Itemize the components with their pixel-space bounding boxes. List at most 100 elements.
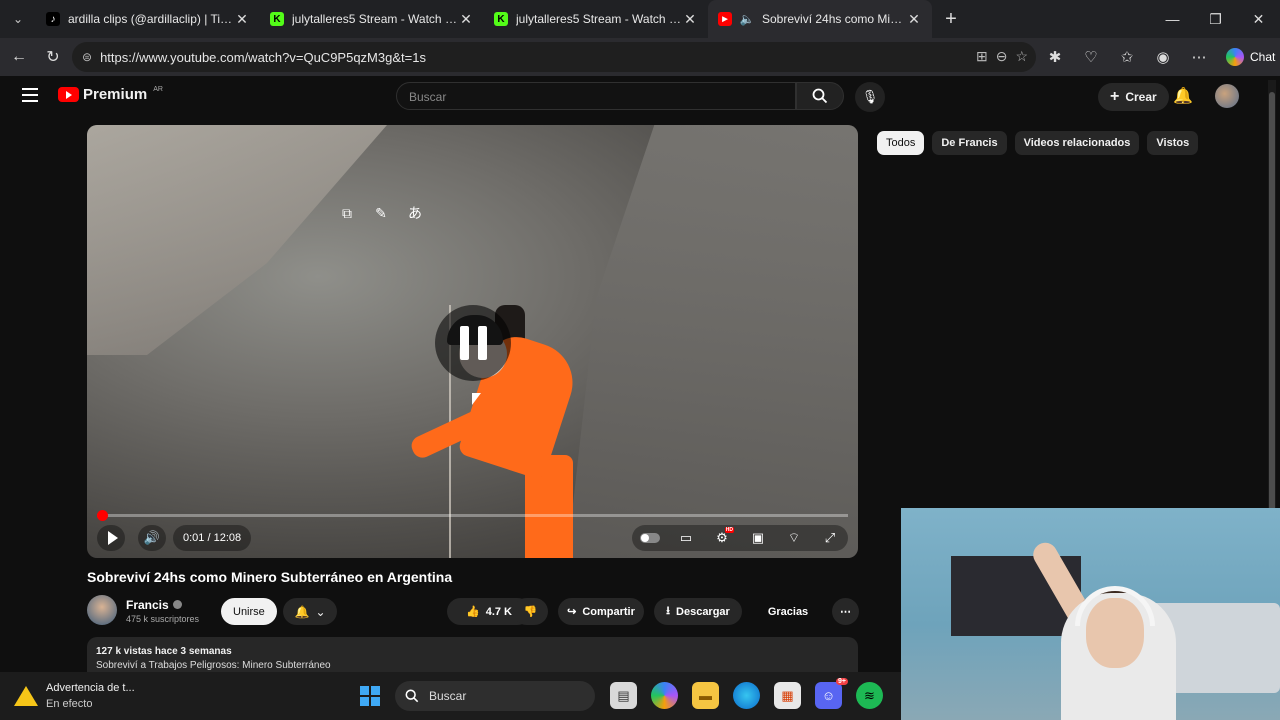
task-view-icon[interactable]: ▤ [610,682,637,709]
picture-in-picture-icon[interactable]: ⧉ [337,203,357,223]
copilot-app-icon[interactable] [651,682,678,709]
tab-title: julytalleres5 Stream - Watch Live o [292,12,458,26]
pause-overlay-icon[interactable] [435,305,511,381]
cast-icon[interactable]: ⌔ [776,530,812,546]
copilot-icon [1226,48,1244,66]
copilot-chat-button[interactable]: Chat [1220,48,1280,66]
menu-icon[interactable] [22,88,38,106]
search-button[interactable] [796,82,844,110]
player-controls: 🔊 0:01 / 12:08 ▭ ⚙ HD ▣ ⌔ ⤢ [97,525,848,551]
webcam-overlay [901,508,1280,720]
logo-region: AR [153,86,163,93]
voice-search-mic-icon[interactable]: 🎙 [855,82,885,112]
chip-todos[interactable]: Todos [877,131,925,155]
browser-tab[interactable]: K julytalleres5 Stream - Watch Live o ✕ [260,0,484,38]
play-button[interactable] [97,525,125,551]
browser-tab-active[interactable]: ▶ 🔈 Sobreviví 24hs como Minero S ✕ [708,0,932,38]
address-bar[interactable]: ⊜ https://www.youtube.com/watch?v=QuC9P5… [72,42,1036,72]
youtube-icon: ▶ [718,12,732,26]
settings-gear-icon[interactable]: ⚙ HD [704,527,740,546]
theater-mode-icon[interactable]: ▣ [740,530,776,546]
video-title: Sobreviví 24hs como Minero Subterráneo e… [87,569,453,585]
translate-icon[interactable]: あ [405,203,425,223]
description-box[interactable]: 127 k vistas hace 3 semanas Sobreviví a … [87,637,858,677]
restore-icon[interactable]: ❐ [1194,0,1237,38]
weather-widget[interactable]: Advertencia de t... En efecto [14,680,135,712]
channel-avatar[interactable] [87,595,117,625]
more-actions-icon[interactable]: ⋯ [832,598,859,625]
close-tab-icon[interactable]: ✕ [234,11,250,28]
video-overlay-tools: ⧉ ✎ あ [337,203,425,223]
weather-title: Advertencia de t... [46,682,135,694]
close-tab-icon[interactable]: ✕ [906,11,922,28]
windows-start-icon[interactable] [360,686,380,706]
video-frame-rock [567,125,858,558]
share-button[interactable]: ↪ Compartir [558,598,644,625]
logo-text: Premium [83,86,148,103]
chat-label: Chat [1250,50,1276,64]
youtube-premium-logo[interactable]: Premium AR [58,86,163,103]
close-window-icon[interactable]: ✕ [1237,0,1280,38]
join-label: Unirse [233,605,265,618]
tiktok-icon: ♪ [46,12,60,26]
create-button[interactable]: + Crear [1098,83,1169,111]
edge-browser-icon[interactable] [733,682,760,709]
kick-icon: K [494,12,508,26]
taskbar-search[interactable]: Buscar [395,681,595,711]
autoplay-toggle[interactable] [632,531,668,546]
weather-subtitle: En efecto [46,698,93,710]
reload-icon[interactable]: ↻ [36,40,70,74]
download-button[interactable]: ⭳ Descargar [654,598,742,625]
notifications-bell-icon[interactable]: 🔔 [1172,86,1194,106]
chip-related[interactable]: Videos relacionados [1014,131,1140,155]
new-tab-icon[interactable]: + [932,8,970,31]
progress-scrubber[interactable] [97,510,108,521]
browser-tab[interactable]: K julytalleres5 Stream - Watch Live o ✕ [484,0,708,38]
discord-badge: 9+ [836,678,848,685]
microsoft-store-icon[interactable]: ▦ [774,682,801,709]
chevron-down-icon: ⌄ [315,604,326,619]
close-tab-icon[interactable]: ✕ [682,11,698,28]
fullscreen-icon[interactable]: ⤢ [812,530,848,546]
app-install-icon[interactable]: ⊞ [976,48,988,65]
volume-icon[interactable]: 🔊 [138,525,166,551]
plus-icon: + [1110,88,1120,105]
player-right-controls: ▭ ⚙ HD ▣ ⌔ ⤢ [632,525,848,551]
search-icon [812,88,828,104]
chip-watched[interactable]: Vistos [1147,131,1199,155]
thanks-button[interactable]: Gracias [752,598,824,625]
more-menu-icon[interactable]: ⋯ [1184,48,1214,66]
browser-essentials-icon[interactable]: ♡ [1076,48,1106,66]
channel-name[interactable]: Francis [126,598,182,612]
subscriber-count: 475 k suscriptores [126,614,200,624]
window-controls: — ❐ ✕ [1151,0,1280,38]
back-arrow-icon[interactable]: ← [2,40,36,74]
video-progress-bar[interactable] [97,510,848,521]
spotify-icon[interactable]: ≋ [856,682,883,709]
discord-icon[interactable]: ☺ 9+ [815,678,848,709]
subtitles-icon[interactable]: ▭ [668,530,704,546]
subscription-bell-button[interactable]: 🔔 ⌄ [283,598,337,625]
join-button[interactable]: Unirse [221,598,277,625]
favorite-star-icon[interactable]: ☆ [1015,48,1028,65]
zoom-icon[interactable]: ⊖ [996,48,1008,65]
minimize-icon[interactable]: — [1151,0,1194,38]
site-info-icon[interactable]: ⊜ [82,50,92,64]
share-label: Compartir [582,605,635,618]
clip-notes-icon[interactable]: ✎ [371,203,391,223]
chip-de-francis[interactable]: De Francis [932,131,1007,155]
tab-actions-chevron-icon[interactable]: ⌄ [0,0,36,38]
extensions-icon[interactable]: ✱ [1040,48,1070,66]
account-avatar[interactable] [1215,84,1239,108]
file-explorer-icon[interactable]: ▬ [692,682,719,709]
favorites-icon[interactable]: ✩ [1112,48,1142,66]
video-player[interactable]: ⧉ ✎ あ 🔊 0:01 / 12:08 ▭ ⚙ HD ▣ ⌔ ⤢ [87,125,858,558]
browser-tab[interactable]: ♪ ardilla clips (@ardillaclip) | TikTok … [36,0,260,38]
search-input[interactable]: Buscar [396,82,796,110]
profile-icon[interactable]: ◉ [1148,48,1178,66]
mouse-cursor-icon [472,393,481,405]
dislike-button[interactable]: 👎 [513,598,548,625]
audio-playing-icon[interactable]: 🔈 [740,12,755,26]
close-tab-icon[interactable]: ✕ [458,11,474,28]
hd-badge: HD [724,527,734,533]
